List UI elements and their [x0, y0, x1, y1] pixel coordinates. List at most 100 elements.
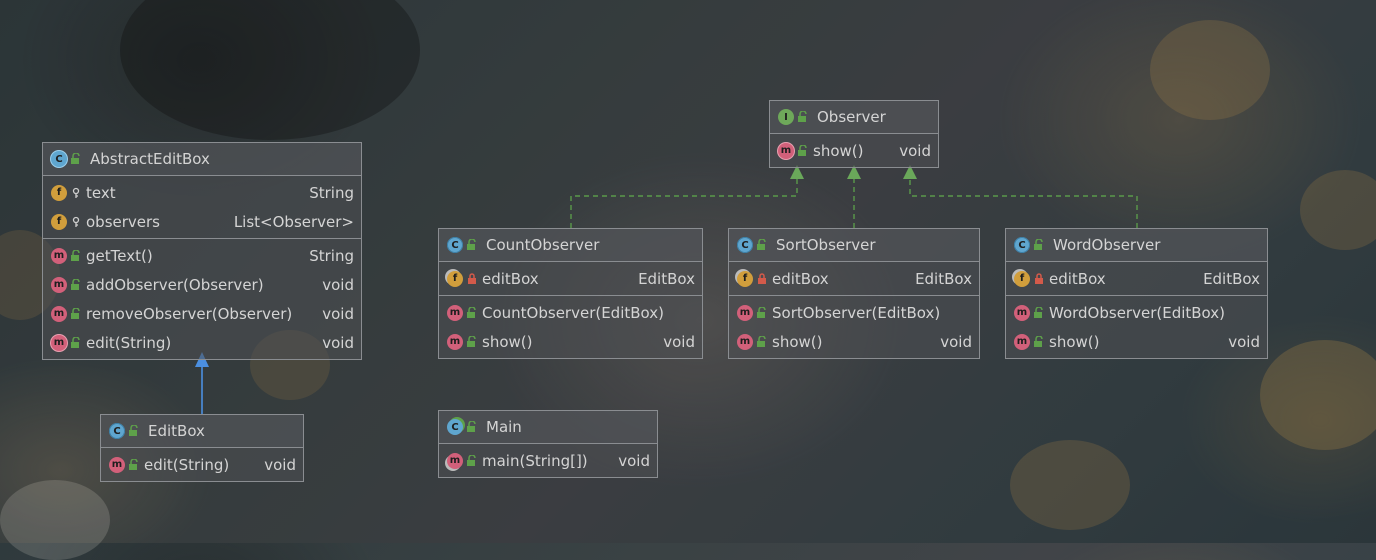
class-name: Main: [486, 418, 522, 436]
class-header[interactable]: C Main: [439, 411, 657, 444]
class-icon: C: [1014, 237, 1030, 253]
class-header[interactable]: I Observer: [770, 101, 938, 134]
constructor-row[interactable]: m WordObserver(EditBox): [1006, 298, 1267, 327]
static-method-icon: m: [447, 452, 463, 469]
class-edit-box[interactable]: C EditBox m edit(String) void: [100, 414, 304, 482]
public-visibility-icon: [1034, 239, 1043, 250]
class-name: AbstractEditBox: [90, 150, 210, 168]
method-row[interactable]: m show() void: [439, 327, 702, 356]
field-type: EditBox: [638, 269, 695, 288]
class-header[interactable]: C CountObserver: [439, 229, 702, 262]
field-type: EditBox: [1203, 269, 1260, 288]
class-icon: C: [447, 237, 463, 253]
key-visibility-icon: [72, 216, 80, 227]
public-visibility-icon: [757, 239, 766, 250]
public-visibility-icon: [467, 421, 476, 432]
method-row[interactable]: m show() void: [1006, 327, 1267, 356]
method-return-type: void: [663, 332, 695, 351]
public-visibility-icon: [757, 335, 766, 347]
fields-section: f editBox EditBox: [729, 262, 979, 296]
interface-observer[interactable]: I Observer m show() void: [769, 100, 939, 168]
public-visibility-icon: [798, 111, 807, 122]
method-return-type: void: [322, 304, 354, 323]
final-field-icon: f: [447, 270, 463, 287]
runnable-class-icon: C: [447, 419, 463, 435]
method-icon: m: [737, 304, 753, 321]
class-header[interactable]: C AbstractEditBox: [43, 143, 361, 176]
method-return-type: String: [309, 246, 354, 265]
method-row[interactable]: m edit(String) void: [43, 328, 361, 357]
private-lock-icon: [758, 272, 766, 284]
word-observer-realization-line: [909, 174, 1138, 228]
method-row[interactable]: m show() void: [729, 327, 979, 356]
public-visibility-icon: [1034, 306, 1043, 318]
public-visibility-icon: [71, 153, 80, 164]
field-row[interactable]: f text String: [43, 178, 361, 207]
field-name: editBox: [482, 269, 539, 288]
method-icon: m: [51, 276, 67, 293]
field-row[interactable]: f editBox EditBox: [1006, 264, 1267, 293]
abstract-method-icon: m: [778, 142, 794, 159]
method-return-type: void: [618, 451, 650, 470]
public-visibility-icon: [129, 458, 138, 470]
class-sort-observer[interactable]: C SortObserver f editBox EditBox m SortO…: [728, 228, 980, 359]
abstract-method-icon: m: [51, 334, 67, 351]
method-return-type: void: [940, 332, 972, 351]
class-word-observer[interactable]: C WordObserver f editBox EditBox m WordO…: [1005, 228, 1268, 359]
class-abstract-edit-box[interactable]: C AbstractEditBox f text String f observ…: [42, 142, 362, 360]
class-count-observer[interactable]: C CountObserver f editBox EditBox m Coun…: [438, 228, 703, 359]
method-name: removeObserver(Observer): [86, 304, 293, 323]
public-visibility-icon: [467, 335, 476, 347]
final-field-icon: f: [737, 270, 753, 287]
final-field-icon: f: [1014, 270, 1030, 287]
method-row[interactable]: m edit(String) void: [101, 450, 303, 479]
class-name: SortObserver: [776, 236, 876, 254]
abstract-class-icon: C: [51, 151, 67, 167]
method-icon: m: [51, 247, 67, 264]
method-return-type: void: [322, 275, 354, 294]
field-icon: f: [51, 213, 67, 230]
public-visibility-icon: [71, 307, 80, 319]
method-return-type: void: [264, 455, 296, 474]
public-visibility-icon: [1034, 335, 1043, 347]
class-icon: C: [737, 237, 753, 253]
field-name: text: [86, 183, 116, 202]
method-icon: m: [447, 304, 463, 321]
class-main[interactable]: C Main m main(String[]) void: [438, 410, 658, 478]
field-type: List<Observer>: [233, 212, 354, 231]
field-row[interactable]: f editBox EditBox: [729, 264, 979, 293]
method-name: WordObserver(EditBox): [1049, 303, 1226, 322]
method-icon: m: [447, 333, 463, 350]
method-row[interactable]: m show() void: [770, 136, 938, 165]
method-row[interactable]: m getText() String: [43, 241, 361, 270]
method-name: edit(String): [86, 333, 172, 352]
method-row[interactable]: m addObserver(Observer) void: [43, 270, 361, 299]
method-name: show(): [813, 141, 864, 160]
class-icon: C: [109, 423, 125, 439]
field-type: String: [309, 183, 354, 202]
field-name: observers: [86, 212, 160, 231]
method-name: addObserver(Observer): [86, 275, 264, 294]
method-row[interactable]: m main(String[]) void: [439, 446, 657, 475]
methods-section: m CountObserver(EditBox) m show() void: [439, 296, 702, 358]
method-icon: m: [109, 456, 125, 473]
class-header[interactable]: C SortObserver: [729, 229, 979, 262]
method-return-type: void: [1228, 332, 1260, 351]
public-visibility-icon: [757, 306, 766, 318]
constructor-row[interactable]: m CountObserver(EditBox): [439, 298, 702, 327]
public-visibility-icon: [798, 144, 807, 156]
field-row[interactable]: f observers List<Observer>: [43, 207, 361, 236]
field-row[interactable]: f editBox EditBox: [439, 264, 702, 293]
constructor-row[interactable]: m SortObserver(EditBox): [729, 298, 979, 327]
public-visibility-icon: [71, 249, 80, 261]
class-header[interactable]: C WordObserver: [1006, 229, 1267, 262]
class-name: Observer: [817, 108, 886, 126]
method-row[interactable]: m removeObserver(Observer) void: [43, 299, 361, 328]
class-header[interactable]: C EditBox: [101, 415, 303, 448]
methods-section: m WordObserver(EditBox) m show() void: [1006, 296, 1267, 358]
public-visibility-icon: [129, 425, 138, 436]
fields-section: f editBox EditBox: [1006, 262, 1267, 296]
count-observer-realization-line: [570, 174, 798, 228]
method-name: main(String[]): [482, 451, 588, 470]
method-name: show(): [772, 332, 823, 351]
